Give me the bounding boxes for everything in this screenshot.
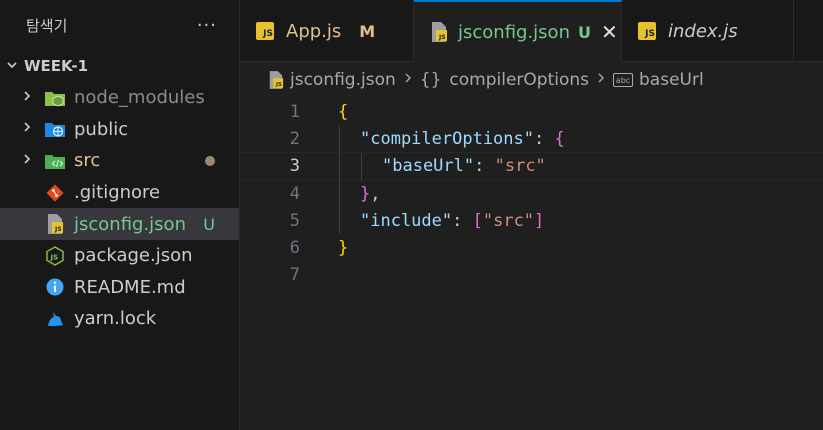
code-editor[interactable]: 1 { 2 "compilerOptions": { 3 "baseUrl": … (239, 98, 823, 430)
tree-item-src[interactable]: src (0, 145, 239, 177)
code-line: 5 "include": ["src"] (240, 207, 823, 235)
code-token: "compilerOptions" (360, 128, 534, 149)
tree-item-label: .gitignore (74, 182, 161, 204)
tab-label: index.js (668, 20, 738, 42)
tree-item-node-modules[interactable]: node_modules (0, 82, 239, 114)
tree-item-label: public (74, 118, 129, 140)
breadcrumb-file[interactable]: jsconfig.json (290, 70, 396, 90)
untracked-badge: U (577, 22, 591, 42)
editor-tab-bar: JS App.js M JS jsconfig.json U ✕ JS inde… (240, 0, 823, 62)
tab-label: App.js (286, 20, 342, 42)
javascript-file-icon: JS (638, 22, 656, 40)
modified-dot-icon (205, 151, 215, 170)
svg-text:JS: JS (50, 253, 59, 261)
modified-badge: M (359, 21, 376, 41)
line-number: 3 (289, 156, 300, 177)
code-token: { (554, 128, 565, 149)
tab-app-js[interactable]: JS App.js M (240, 0, 414, 62)
code-token: } (338, 238, 349, 259)
src-folder-icon (44, 150, 66, 172)
tab-jsconfig-json[interactable]: JS jsconfig.json U ✕ (414, 0, 622, 62)
line-number: 7 (289, 265, 300, 286)
tab-label: jsconfig.json (458, 21, 570, 43)
code-line: 4 }, (240, 179, 823, 208)
tree-item-jsconfig[interactable]: JS jsconfig.json U (0, 208, 239, 240)
code-line: 2 "compilerOptions": { (240, 125, 823, 153)
chevron-right-icon (404, 72, 412, 88)
tree-item-label: yarn.lock (74, 308, 157, 330)
code-token: ] (534, 210, 545, 231)
tree-item-readme[interactable]: README.md (0, 272, 239, 304)
code-token: "src" (482, 210, 535, 231)
chevron-down-icon (6, 59, 24, 74)
svg-text:JS: JS (438, 34, 446, 41)
tree-item-label: jsconfig.json (74, 213, 186, 235)
node-modules-folder-icon (44, 87, 66, 109)
object-icon: {} (419, 70, 442, 90)
code-token: [ (472, 210, 483, 231)
tab-index-js[interactable]: JS index.js (622, 0, 794, 62)
code-token: : (452, 210, 473, 231)
line-number: 2 (289, 128, 300, 149)
nodejs-icon: JS (44, 245, 66, 267)
line-number: 6 (289, 238, 300, 259)
explorer-header: 탐색기 ··· (0, 0, 239, 50)
line-number: 4 (289, 183, 300, 204)
tree-item-label: src (74, 150, 101, 172)
code-token: : (474, 156, 495, 177)
string-property-icon: abc (613, 73, 633, 87)
code-token: "src" (494, 156, 546, 177)
code-line-current: 3 "baseUrl": "src" (239, 151, 823, 181)
tree-item-label: package.json (74, 245, 193, 267)
code-token: , (370, 183, 381, 204)
code-token: "baseUrl" (382, 156, 475, 177)
explorer-title: 탐색기 (26, 16, 68, 35)
explorer-sidebar: 탐색기 ··· WEEK-1 node_modules public src .… (0, 0, 240, 430)
code-line: 1 { (240, 98, 823, 125)
line-number: 5 (289, 210, 300, 231)
chevron-right-icon (22, 121, 44, 137)
public-folder-icon (44, 118, 66, 140)
chevron-right-icon (22, 90, 44, 106)
tree-item-package-json[interactable]: JS package.json (0, 240, 239, 272)
tree-item-yarn-lock[interactable]: yarn.lock (0, 303, 239, 335)
code-token: } (360, 183, 371, 204)
code-token: { (338, 101, 349, 122)
svg-text:JS: JS (54, 226, 62, 233)
jsconfig-icon: JS (44, 213, 66, 235)
code-line: 6 } (240, 234, 823, 261)
chevron-right-icon (22, 153, 44, 169)
git-icon (44, 182, 66, 204)
close-icon[interactable]: ✕ (601, 20, 618, 44)
tree-item-label: node_modules (74, 87, 205, 109)
workspace-folder-label: WEEK-1 (24, 57, 89, 75)
code-line: 7 (240, 262, 823, 289)
svg-text:JS: JS (275, 82, 282, 88)
tree-item-gitignore[interactable]: .gitignore (0, 177, 239, 209)
jsconfig-icon: JS (268, 70, 284, 90)
chevron-right-icon (597, 72, 605, 88)
tree-item-label: README.md (74, 276, 186, 298)
breadcrumb-compiler-options[interactable]: compilerOptions (449, 70, 589, 90)
info-icon (44, 276, 66, 298)
jsconfig-icon: JS (430, 21, 448, 43)
breadcrumb: JS jsconfig.json {} compilerOptions abc … (240, 62, 823, 98)
code-token: "include" (360, 210, 453, 231)
tree-item-public[interactable]: public (0, 114, 239, 146)
untracked-badge: U (203, 214, 215, 234)
javascript-file-icon: JS (256, 22, 274, 40)
workspace-folder-header[interactable]: WEEK-1 (0, 50, 239, 82)
code-token: : (534, 128, 555, 149)
breadcrumb-base-url[interactable]: baseUrl (639, 70, 704, 90)
yarn-icon (44, 308, 66, 330)
more-actions-icon[interactable]: ··· (197, 15, 217, 36)
line-number: 1 (289, 101, 300, 122)
